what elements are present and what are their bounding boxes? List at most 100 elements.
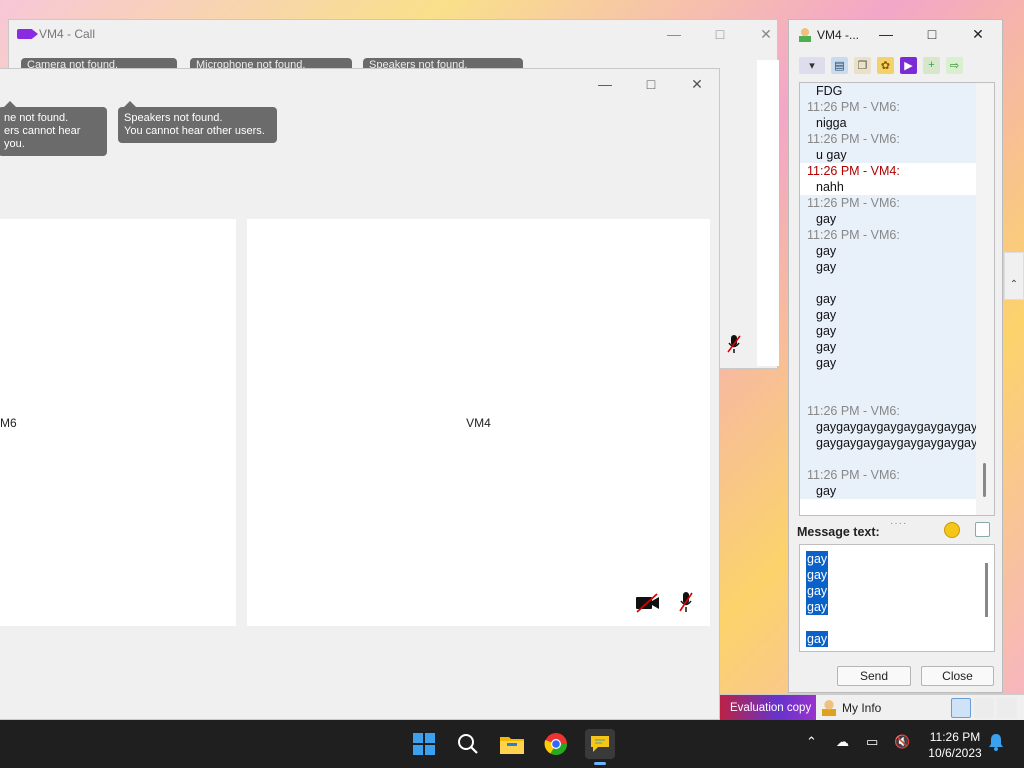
- scrollbar[interactable]: [976, 83, 994, 515]
- scrollbar-thumb[interactable]: [985, 563, 988, 617]
- message-header: 11:26 PM - VM4:: [807, 164, 900, 178]
- chat-window: VM4 -... — □ ✕ ▾ ▤ ❐ ✿ ▶ + ⇨ FDG 11:26 PM…: [788, 19, 1003, 693]
- clock-date: 10/6/2023: [928, 746, 982, 760]
- message-line: gay: [816, 340, 837, 354]
- message-line: FDG: [816, 84, 843, 98]
- message-line: [807, 275, 978, 291]
- speakers-callout: Speakers not found. You cannot hear othe…: [118, 101, 277, 143]
- exit-icon[interactable]: ⇨: [946, 56, 963, 74]
- message-header: 11:26 PM - VM6:: [807, 468, 900, 482]
- resize-grip[interactable]: ····: [890, 518, 907, 529]
- selected-text-line: gay: [806, 567, 829, 583]
- clock-time: 11:26 PM: [929, 730, 981, 744]
- message-line: gaygaygaygaygaygaygaygay: [816, 420, 978, 434]
- emoji-icon[interactable]: [944, 522, 960, 538]
- message-line: gay: [816, 244, 837, 258]
- active-indicator: [594, 762, 606, 765]
- start-icon[interactable]: [409, 729, 439, 759]
- format-icon[interactable]: [975, 522, 990, 537]
- search-icon[interactable]: [453, 729, 483, 759]
- video-panel: [757, 60, 779, 366]
- close-button[interactable]: ✕: [674, 69, 720, 99]
- minimize-button[interactable]: —: [651, 20, 697, 48]
- chat-toolbar: ▾ ▤ ❐ ✿ ▶ + ⇨: [799, 53, 963, 77]
- chat-message: 11:26 PM - VM6: u gay: [800, 131, 978, 163]
- message-line: [807, 451, 978, 467]
- message-header: 11:26 PM - VM6:: [807, 228, 900, 242]
- selected-text-line: gay: [806, 631, 829, 647]
- display-icon[interactable]: ▭: [866, 734, 878, 750]
- scrollbar[interactable]: ⌃: [1004, 252, 1024, 300]
- message-line: u gay: [816, 148, 847, 162]
- window-title: VM4 - Call: [39, 27, 96, 41]
- chat-message: 11:26 PM - VM6: gay: [800, 467, 978, 499]
- video-tile-vm6[interactable]: VM6: [0, 219, 236, 626]
- video-call-icon[interactable]: ▶: [900, 56, 917, 74]
- callout-line: ne not found.: [4, 112, 69, 124]
- message-header: 11:26 PM - VM6:: [807, 132, 900, 146]
- system-clock[interactable]: 11:26 PM 10/6/2023: [920, 729, 990, 761]
- video-tile-vm4[interactable]: VM4: [247, 219, 710, 626]
- minimize-button[interactable]: —: [863, 20, 909, 48]
- camera-off-icon: [636, 593, 659, 613]
- chat-message: 11:26 PM - VM6: gaygaygaygaygaygaygaygay g…: [800, 403, 978, 467]
- selected-text-line: gay: [806, 599, 829, 615]
- history-icon[interactable]: ▤: [831, 56, 848, 74]
- chevron-up-icon[interactable]: ⌃: [806, 734, 817, 750]
- add-users-icon[interactable]: +: [923, 56, 940, 74]
- chat-history[interactable]: FDG 11:26 PM - VM6: nigga 11:26 PM - VM6: u …: [799, 82, 995, 516]
- close-button[interactable]: ✕: [955, 20, 1001, 48]
- copy-icon[interactable]: ❐: [854, 56, 871, 74]
- message-line: nigga: [816, 116, 847, 130]
- chat-message: 11:26 PM - VM4: nahh: [800, 163, 978, 195]
- message-input[interactable]: gay gay gay gay gay: [799, 544, 995, 652]
- callout-line: ers cannot hear you.: [4, 125, 81, 150]
- tile-label: VM4: [466, 415, 491, 430]
- message-list: FDG 11:26 PM - VM6: nigga 11:26 PM - VM6: u …: [800, 83, 978, 499]
- chat-message: 11:26 PM - VM6: gay: [800, 195, 978, 227]
- message-header: 11:26 PM - VM6:: [807, 100, 900, 114]
- status-offline-icon[interactable]: [997, 698, 1017, 718]
- settings-icon[interactable]: ✿: [877, 56, 894, 74]
- message-header: 11:26 PM - VM6:: [807, 404, 900, 418]
- maximize-button[interactable]: □: [628, 69, 674, 99]
- message-line: gaygaygaygaygaygaygaygay: [816, 436, 978, 450]
- status-away-icon[interactable]: [974, 698, 994, 718]
- status-online-icon[interactable]: [951, 698, 971, 718]
- status-strip: Evaluation copy My Info: [720, 694, 1024, 721]
- chevron-up-icon[interactable]: ⌃: [1005, 279, 1023, 290]
- my-info-button[interactable]: My Info: [822, 695, 881, 721]
- close-chat-button[interactable]: Close: [921, 666, 994, 686]
- microphone-callout: ne not found. ers cannot hear you.: [0, 101, 107, 156]
- maximize-button[interactable]: □: [909, 20, 955, 48]
- window-title: VM4 -...: [817, 28, 860, 42]
- message-header: 11:26 PM - VM6:: [807, 196, 900, 210]
- message-line: gay: [816, 260, 837, 274]
- maximize-button[interactable]: □: [697, 20, 743, 48]
- callout-line: Speakers not found.: [124, 112, 223, 124]
- volume-muted-icon[interactable]: 🔇: [894, 734, 910, 750]
- call-window-front: — □ ✕ ne not found. ers cannot hear you.…: [0, 68, 720, 720]
- video-camera-icon: [17, 29, 38, 39]
- chrome-icon[interactable]: [541, 729, 571, 759]
- microphone-muted-icon: [727, 335, 741, 353]
- scrollbar-thumb[interactable]: [983, 463, 986, 497]
- callout-line: You cannot hear other users.: [124, 125, 265, 137]
- chat-app-icon[interactable]: [585, 729, 615, 765]
- cloud-icon[interactable]: ☁: [836, 734, 849, 750]
- user-icon: [799, 28, 811, 42]
- taskbar: ⌃ ☁ ▭ 🔇 11:26 PM 10/6/2023: [0, 720, 1024, 768]
- chat-message: 11:26 PM - VM6: nigga: [800, 99, 978, 131]
- message-line: [807, 387, 978, 403]
- file-explorer-icon[interactable]: [497, 729, 527, 759]
- message-line: gay: [816, 308, 837, 322]
- minimize-button[interactable]: —: [582, 69, 628, 99]
- notification-bell-icon[interactable]: [988, 733, 1004, 754]
- message-text-label: Message text:: [797, 525, 880, 539]
- send-button[interactable]: Send: [837, 666, 911, 686]
- chat-message: FDG: [800, 83, 978, 99]
- send-file-dropdown-icon[interactable]: ▾: [799, 56, 825, 74]
- message-line: gay: [816, 212, 837, 226]
- chat-message: 11:26 PM - VM6: gay gay gay gay gay gay gay: [800, 227, 978, 403]
- close-button[interactable]: ✕: [743, 20, 789, 48]
